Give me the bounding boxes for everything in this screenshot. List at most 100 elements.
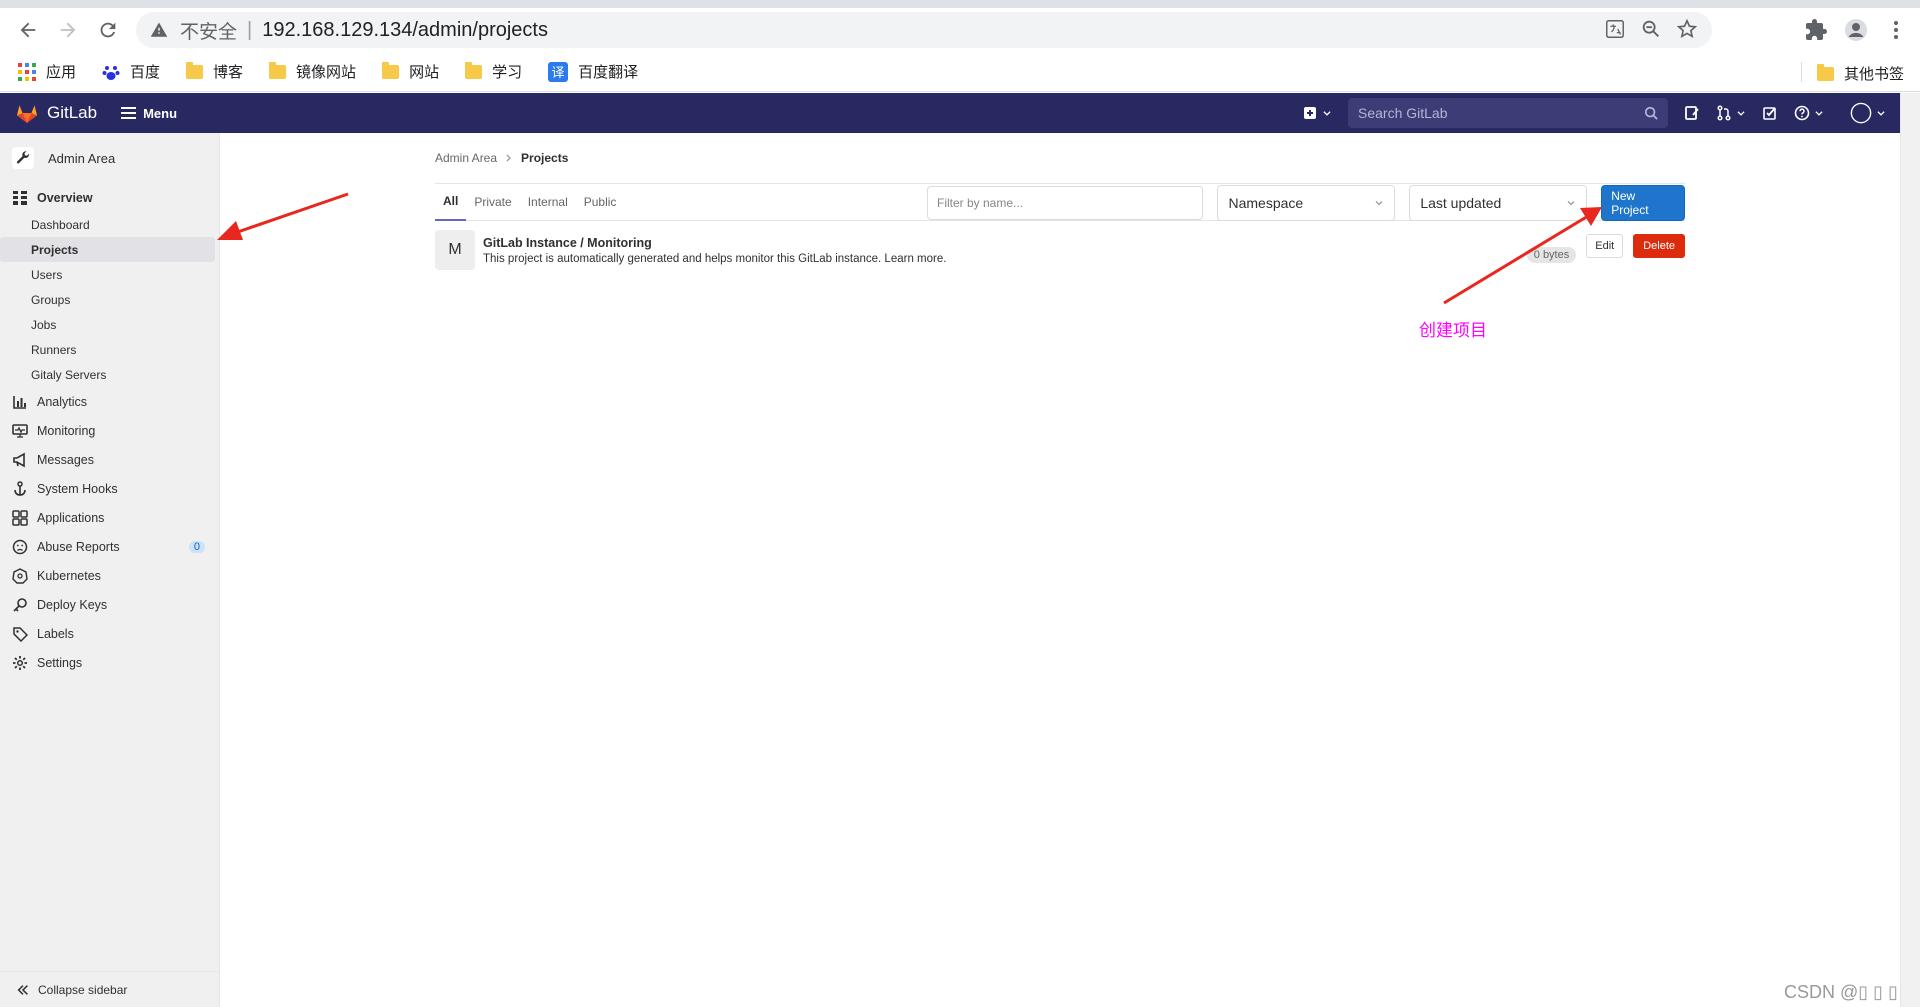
sidebar-item-deploy-keys[interactable]: Deploy Keys — [0, 590, 219, 619]
star-icon[interactable] — [1676, 18, 1698, 40]
user-avatar-icon — [1850, 102, 1872, 124]
folder-icon — [465, 61, 483, 79]
annotation-label: 创建项目 — [1419, 321, 1487, 340]
bookmark-label: 博客 — [213, 64, 244, 81]
tab-private[interactable]: Private — [466, 183, 519, 221]
translate-badge-icon: 译 — [548, 61, 569, 82]
help-dropdown[interactable] — [1794, 105, 1824, 121]
bookmark-baidu[interactable]: 百度 — [102, 61, 160, 82]
sidebar-item-settings[interactable]: Settings — [0, 648, 219, 677]
extensions-icon[interactable] — [1804, 18, 1828, 42]
main-content: Admin Area Projects All Private Internal… — [435, 133, 1685, 279]
tab-all[interactable]: All — [435, 183, 467, 221]
sidebar-item-runners[interactable]: Runners — [0, 337, 219, 362]
bookmarks-bar: 应用 百度 博客 镜像网站 网站 学习 译 百度翻译 其他书签 — [0, 52, 1920, 92]
collapse-sidebar-button[interactable]: Collapse sidebar — [0, 971, 219, 1007]
filter-by-name-input[interactable]: Filter by name... — [927, 186, 1204, 220]
sidebar-item-monitoring[interactable]: Monitoring — [0, 416, 219, 445]
bookmark-sites[interactable]: 网站 — [382, 61, 439, 82]
project-actions: 0 bytes Edit Delete — [1526, 229, 1685, 263]
breadcrumb: Admin Area Projects — [435, 133, 1685, 183]
abuse-count-badge: 0 — [188, 540, 205, 553]
sidebar-item-dashboard[interactable]: Dashboard — [0, 212, 219, 237]
sidebar-item-users[interactable]: Users — [0, 262, 219, 287]
reload-button[interactable] — [88, 10, 128, 50]
menu-button[interactable]: Menu — [121, 106, 177, 121]
sidebar-item-groups[interactable]: Groups — [0, 287, 219, 312]
double-chevron-left-icon — [17, 984, 28, 995]
sidebar-item-jobs[interactable]: Jobs — [0, 312, 219, 337]
sidebar-item-abuse-reports[interactable]: Abuse Reports 0 — [0, 532, 219, 561]
sidebar-item-label: System Hooks — [37, 481, 118, 496]
namespace-dropdown[interactable]: Namespace — [1217, 185, 1396, 221]
bookmark-translate[interactable]: 译 百度翻译 — [548, 61, 638, 82]
page-scrollbar[interactable] — [1900, 93, 1920, 1007]
merge-requests-dropdown[interactable] — [1716, 105, 1746, 121]
bookmark-mirror[interactable]: 镜像网站 — [269, 61, 356, 82]
sidebar-context-header[interactable]: Admin Area — [0, 133, 219, 177]
gitlab-header: GitLab Menu Search GitLab — [0, 93, 1900, 133]
sidebar-item-label: Abuse Reports — [37, 539, 120, 554]
menu-label: Menu — [143, 105, 178, 121]
sidebar-item-labels[interactable]: Labels — [0, 619, 219, 648]
bookmark-study[interactable]: 学习 — [465, 61, 522, 82]
folder-icon — [382, 61, 400, 79]
sidebar-item-analytics[interactable]: Analytics — [0, 387, 219, 416]
profile-icon[interactable] — [1844, 18, 1868, 42]
todo-icon — [1763, 107, 1776, 120]
folder-icon — [186, 61, 204, 79]
back-button[interactable] — [8, 10, 48, 50]
tab-internal[interactable]: Internal — [520, 183, 576, 221]
sidebar-item-projects[interactable]: Projects — [0, 237, 215, 262]
plus-square-icon — [1304, 107, 1316, 119]
sidebar-item-label: Analytics — [37, 394, 88, 409]
new-project-button[interactable]: New Project — [1601, 185, 1685, 221]
sidebar-item-overview[interactable]: Overview — [0, 183, 219, 212]
storage-size-badge: 0 bytes — [1526, 247, 1577, 263]
admin-sidebar: Admin Area Overview Dashboard Projects U… — [0, 133, 220, 1007]
sidebar-item-label: Settings — [37, 655, 83, 670]
gitlab-logo-link[interactable]: GitLab — [15, 101, 97, 125]
user-dropdown[interactable] — [1850, 102, 1886, 124]
new-dropdown[interactable] — [1302, 105, 1332, 121]
sidebar-item-label: Kubernetes — [37, 568, 101, 583]
chart-icon — [13, 395, 26, 409]
more-vert-icon[interactable] — [1884, 18, 1908, 42]
sidebar-item-label: Deploy Keys — [37, 597, 108, 612]
merge-request-icon — [1717, 105, 1731, 121]
overview-grid-icon — [13, 190, 27, 205]
translate-icon[interactable] — [1604, 18, 1626, 40]
url-separator: | — [247, 18, 253, 41]
sidebar-item-label: Messages — [37, 452, 94, 467]
bookmark-apps[interactable]: 应用 — [18, 61, 76, 82]
search-input[interactable]: Search GitLab — [1348, 98, 1668, 128]
issues-icon — [1685, 106, 1699, 120]
reload-icon — [100, 22, 116, 38]
delete-button[interactable]: Delete — [1633, 234, 1685, 258]
chevron-down-icon — [1567, 201, 1575, 206]
baidu-paw-icon — [102, 65, 120, 80]
sidebar-item-messages[interactable]: Messages — [0, 445, 219, 474]
project-name-link[interactable]: GitLab Instance / Monitoring — [483, 236, 946, 250]
label-icon — [13, 626, 28, 642]
address-bar[interactable]: 不安全 | 192.168.129.134/admin/projects — [136, 12, 1712, 48]
kubernetes-icon — [12, 567, 28, 584]
sidebar-item-applications[interactable]: Applications — [0, 503, 219, 532]
gitlab-tanuki-icon — [17, 105, 37, 123]
breadcrumb-current[interactable]: Projects — [521, 151, 568, 165]
edit-button[interactable]: Edit — [1586, 234, 1624, 258]
sidebar-item-system-hooks[interactable]: System Hooks — [0, 474, 219, 503]
project-avatar[interactable]: M — [435, 230, 475, 270]
breadcrumb-admin-area[interactable]: Admin Area — [435, 151, 497, 165]
tab-public[interactable]: Public — [576, 183, 625, 221]
issues-link[interactable] — [1684, 105, 1700, 121]
forward-button[interactable] — [48, 10, 88, 50]
project-description: This project is automatically generated … — [483, 252, 947, 265]
bookmark-other[interactable]: 其他书签 — [1816, 63, 1904, 84]
zoom-icon[interactable] — [1640, 18, 1662, 40]
todos-link[interactable] — [1762, 105, 1778, 121]
sidebar-item-kubernetes[interactable]: Kubernetes — [0, 561, 219, 590]
sidebar-item-gitaly-servers[interactable]: Gitaly Servers — [0, 362, 219, 387]
sort-dropdown[interactable]: Last updated — [1409, 185, 1588, 221]
bookmark-blog[interactable]: 博客 — [186, 61, 243, 82]
